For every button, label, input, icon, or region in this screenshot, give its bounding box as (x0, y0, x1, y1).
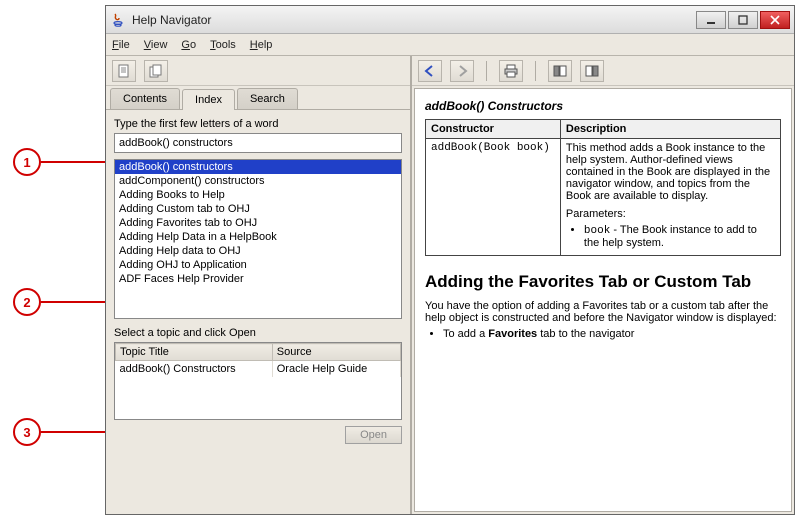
single-page-icon[interactable] (112, 60, 136, 82)
section-heading: Adding the Favorites Tab or Custom Tab (425, 272, 781, 292)
topics-header-source[interactable]: Source (272, 344, 400, 361)
tab-index[interactable]: Index (182, 89, 235, 110)
index-list-item[interactable]: Adding Help Data in a HelpBook (115, 230, 401, 244)
index-list-item[interactable]: Adding OHJ to Application (115, 258, 401, 272)
close-button[interactable] (760, 11, 790, 29)
navigator-tabs: Contents Index Search (106, 86, 410, 110)
print-button[interactable] (499, 60, 523, 82)
topics-table[interactable]: Topic Title Source addBook() Constructor… (115, 343, 401, 377)
menu-go[interactable]: Go (181, 39, 196, 51)
index-listbox[interactable]: addBook() constructorsaddComponent() con… (114, 159, 402, 319)
index-search-input[interactable] (114, 133, 402, 153)
titlebar[interactable]: Help Navigator (106, 6, 794, 34)
topic-pane: addBook() Constructors Constructor Descr… (412, 56, 794, 514)
index-list-item[interactable]: Adding Books to Help (115, 188, 401, 202)
tab-search[interactable]: Search (237, 88, 298, 109)
window-title: Help Navigator (132, 13, 211, 27)
navigator-pane: Contents Index Search Type the first few… (106, 56, 412, 514)
open-button[interactable]: Open (345, 426, 402, 444)
index-list-item[interactable]: Adding Custom tab to OHJ (115, 202, 401, 216)
callout-3: 3 (13, 418, 41, 446)
index-list-item[interactable]: ADF Faces Help Provider (115, 272, 401, 286)
menu-tools[interactable]: Tools (210, 39, 236, 51)
table-row[interactable]: addBook() ConstructorsOracle Help Guide (116, 361, 401, 378)
topics-prompt-label: Select a topic and click Open (114, 327, 402, 339)
annotation-layer: 1 2 3 (0, 0, 110, 526)
constructor-code: addBook(Book book) (426, 139, 561, 256)
menubar: File View Go Tools Help (106, 34, 794, 56)
menu-file[interactable]: File (112, 39, 130, 51)
dock-left-button[interactable] (548, 60, 572, 82)
app-window: Help Navigator File View Go Tools Help C… (105, 5, 795, 515)
navigator-toolbar (106, 56, 410, 86)
minimize-button[interactable] (696, 11, 726, 29)
section-paragraph: You have the option of adding a Favorite… (425, 300, 781, 324)
index-prompt-label: Type the first few letters of a word (114, 118, 402, 130)
callout-1: 1 (13, 148, 41, 176)
th-constructor: Constructor (426, 120, 561, 139)
th-description: Description (560, 120, 780, 139)
index-list-item[interactable]: addBook() constructors (115, 160, 401, 174)
multi-page-icon[interactable] (144, 60, 168, 82)
help-content-viewer[interactable]: addBook() Constructors Constructor Descr… (414, 88, 792, 512)
section-list-item: To add a Favorites tab to the navigator (443, 328, 781, 340)
maximize-button[interactable] (728, 11, 758, 29)
doc-title: addBook() Constructors (425, 99, 781, 113)
index-list-item[interactable]: addComponent() constructors (115, 174, 401, 188)
back-button[interactable] (418, 60, 442, 82)
callout-2: 2 (13, 288, 41, 316)
menu-help[interactable]: Help (250, 39, 273, 51)
tab-contents[interactable]: Contents (110, 88, 180, 109)
menu-view[interactable]: View (144, 39, 168, 51)
forward-button[interactable] (450, 60, 474, 82)
dock-right-button[interactable] (580, 60, 604, 82)
viewer-toolbar (412, 56, 794, 86)
index-list-item[interactable]: Adding Favorites tab to OHJ (115, 216, 401, 230)
index-list-item[interactable]: Adding Help data to OHJ (115, 244, 401, 258)
constructor-desc: This method adds a Book instance to the … (560, 139, 780, 256)
topics-table-wrap: Topic Title Source addBook() Constructor… (114, 342, 402, 420)
constructor-table: Constructor Description addBook(Book boo… (425, 119, 781, 256)
java-icon (110, 12, 126, 28)
topics-header-title[interactable]: Topic Title (116, 344, 273, 361)
